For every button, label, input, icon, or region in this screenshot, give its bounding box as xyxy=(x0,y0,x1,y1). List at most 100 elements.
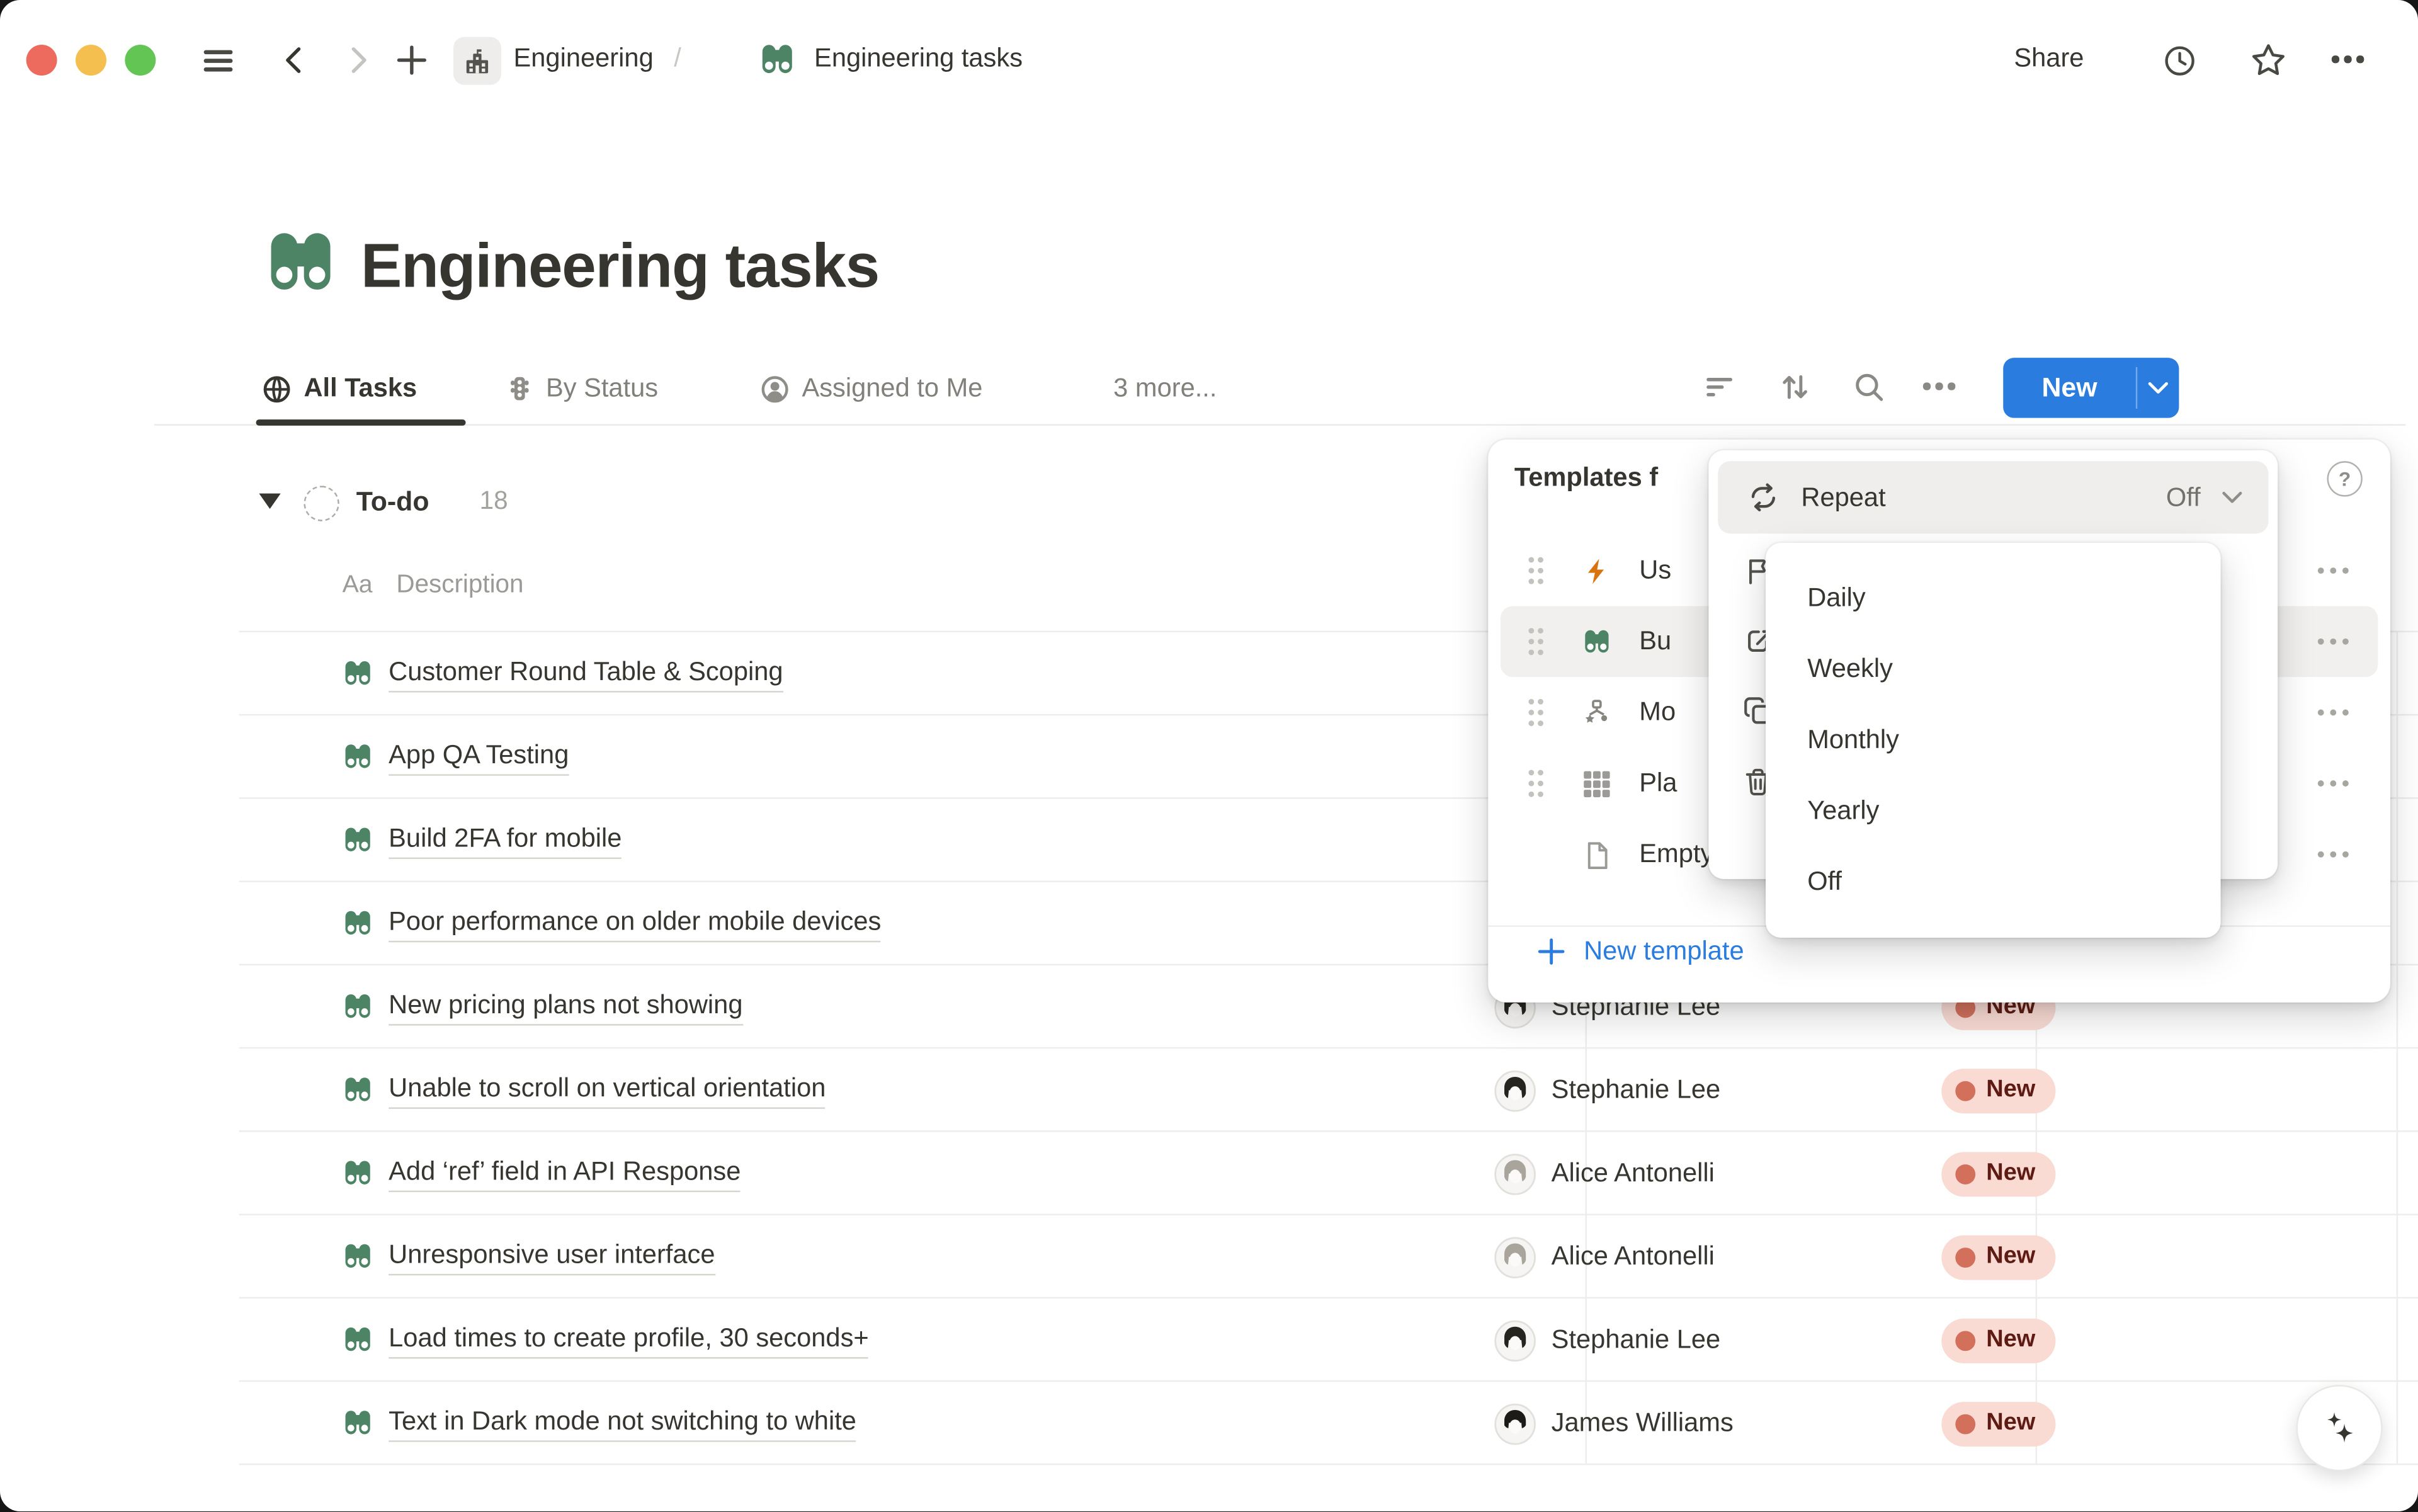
status-cell[interactable]: New xyxy=(1917,1318,2055,1363)
task-cell[interactable]: App QA Testing xyxy=(239,739,1467,775)
table-row[interactable]: Unresponsive user interface Alice Antone… xyxy=(239,1214,2418,1299)
task-title-link[interactable]: Build 2FA for mobile xyxy=(389,823,622,858)
template-more-button[interactable] xyxy=(2317,780,2349,787)
task-title-link[interactable]: Unresponsive user interface xyxy=(389,1239,715,1275)
history-button[interactable] xyxy=(2160,42,2198,79)
traffic-minimize-button[interactable] xyxy=(76,45,106,76)
group-name[interactable]: To-do xyxy=(356,486,429,518)
page-icon[interactable] xyxy=(264,227,338,301)
table-row[interactable]: Unable to scroll on vertical orientation… xyxy=(239,1047,2418,1132)
todo-status-icon xyxy=(304,486,339,521)
task-title-link[interactable]: Customer Round Table & Scoping xyxy=(389,656,783,691)
filter-button[interactable] xyxy=(1704,372,1735,402)
task-cell[interactable]: New pricing plans not showing xyxy=(239,989,1467,1025)
tab-label: By Status xyxy=(546,373,658,404)
repeat-menu-item[interactable]: Repeat Off xyxy=(1718,461,2268,533)
search-icon xyxy=(1854,372,1885,402)
task-cell[interactable]: Add ‘ref’ field in API Response xyxy=(239,1156,1467,1191)
tab-all-tasks[interactable]: All Tasks xyxy=(262,367,417,411)
template-more-button[interactable] xyxy=(2317,709,2349,716)
template-more-button[interactable] xyxy=(2317,851,2349,858)
option-yearly[interactable]: Yearly xyxy=(1766,776,2220,847)
status-label: New xyxy=(1986,1326,2035,1354)
tab-by-status[interactable]: By Status xyxy=(506,367,658,411)
task-title-link[interactable]: Unable to scroll on vertical orientation xyxy=(389,1072,826,1108)
binoculars-icon xyxy=(343,992,373,1023)
new-button[interactable]: New xyxy=(2003,358,2179,418)
table-row[interactable]: Load times to create profile, 30 seconds… xyxy=(239,1297,2418,1382)
status-cell[interactable]: New xyxy=(1917,1401,2055,1446)
task-title-link[interactable]: Add ‘ref’ field in API Response xyxy=(389,1156,741,1191)
window-more-button[interactable] xyxy=(2332,55,2363,62)
new-template-button[interactable]: New template xyxy=(1538,936,1744,967)
task-cell[interactable]: Load times to create profile, 30 seconds… xyxy=(239,1322,1467,1358)
breadcrumb-workspace[interactable]: Engineering xyxy=(514,43,654,74)
column-header-description[interactable]: Description xyxy=(396,571,523,600)
status-dot xyxy=(1955,1164,1975,1184)
breadcrumb-workspace-button[interactable] xyxy=(453,37,501,85)
avatar xyxy=(1494,1402,1536,1444)
assignee-cell[interactable]: Alice Antonelli xyxy=(1467,1236,1917,1278)
task-title-link[interactable]: Text in Dark mode not switching to white xyxy=(389,1406,856,1441)
sidebar-menu-button[interactable] xyxy=(200,43,234,77)
assignee-cell[interactable]: Stephanie Lee xyxy=(1467,1069,1917,1111)
template-label: Pla xyxy=(1639,768,1677,799)
option-off[interactable]: Off xyxy=(1766,846,2220,918)
drag-handle-icon[interactable] xyxy=(1524,765,1548,802)
option-weekly[interactable]: Weekly xyxy=(1766,634,2220,705)
tabs-divider xyxy=(154,424,2406,425)
task-cell[interactable]: Build 2FA for mobile xyxy=(239,823,1467,858)
option-daily[interactable]: Daily xyxy=(1766,563,2220,634)
status-badge: New xyxy=(1941,1401,2055,1446)
assignee-name: Stephanie Lee xyxy=(1552,1325,1721,1356)
traffic-close-button[interactable] xyxy=(26,45,57,76)
breadcrumb-page[interactable]: Engineering tasks xyxy=(814,43,1023,74)
task-cell[interactable]: Customer Round Table & Scoping xyxy=(239,656,1467,691)
tab-label: All Tasks xyxy=(304,373,417,404)
task-title-link[interactable]: Load times to create profile, 30 seconds… xyxy=(389,1322,869,1358)
new-dropdown-button[interactable] xyxy=(2137,381,2179,395)
assignee-cell[interactable]: Alice Antonelli xyxy=(1467,1153,1917,1195)
status-cell[interactable]: New xyxy=(1917,1151,2055,1196)
status-badge: New xyxy=(1941,1318,2055,1363)
new-page-button[interactable] xyxy=(395,43,429,77)
task-cell[interactable]: Poor performance on older mobile devices xyxy=(239,906,1467,941)
task-cell[interactable]: Unable to scroll on vertical orientation xyxy=(239,1072,1467,1108)
help-button[interactable]: ? xyxy=(2327,461,2363,496)
option-monthly[interactable]: Monthly xyxy=(1766,705,2220,776)
sort-button[interactable] xyxy=(1779,372,1810,402)
template-more-button[interactable] xyxy=(2317,638,2349,645)
status-cell[interactable]: New xyxy=(1917,1234,2055,1279)
page-title: Engineering tasks xyxy=(361,233,879,302)
favorite-button[interactable] xyxy=(2249,40,2287,79)
assignee-cell[interactable]: James Williams xyxy=(1467,1402,1917,1444)
task-cell[interactable]: Unresponsive user interface xyxy=(239,1239,1467,1275)
ai-assistant-button[interactable] xyxy=(2296,1385,2383,1471)
back-button[interactable] xyxy=(278,43,312,77)
drag-handle-icon[interactable] xyxy=(1524,623,1548,660)
group-toggle-icon[interactable] xyxy=(259,494,280,509)
task-cell[interactable]: Text in Dark mode not switching to white xyxy=(239,1406,1467,1441)
table-row[interactable]: Text in Dark mode not switching to white… xyxy=(239,1380,2418,1465)
view-options-button[interactable] xyxy=(1923,382,1955,389)
status-cell[interactable]: New xyxy=(1917,1068,2055,1113)
tab-label: Assigned to Me xyxy=(802,373,982,404)
forward-button[interactable] xyxy=(341,43,375,77)
avatar xyxy=(1494,1319,1536,1361)
task-title-link[interactable]: App QA Testing xyxy=(389,739,569,775)
assignee-cell[interactable]: Stephanie Lee xyxy=(1467,1319,1917,1361)
share-button[interactable]: Share xyxy=(2014,43,2084,74)
template-more-button[interactable] xyxy=(2317,567,2349,574)
table-bottom-divider xyxy=(239,1464,2418,1465)
drag-handle-icon[interactable] xyxy=(1524,552,1548,589)
traffic-zoom-button[interactable] xyxy=(125,45,156,76)
clock-icon xyxy=(2161,42,2196,77)
drag-handle-icon[interactable] xyxy=(1524,694,1548,731)
tab-assigned-to-me[interactable]: Assigned to Me xyxy=(760,367,982,411)
table-row[interactable]: Add ‘ref’ field in API Response Alice An… xyxy=(239,1130,2418,1215)
task-title-link[interactable]: Poor performance on older mobile devices xyxy=(389,906,881,941)
search-button[interactable] xyxy=(1854,372,1885,402)
binoculars-icon xyxy=(343,1408,373,1439)
tab-more-views[interactable]: 3 more... xyxy=(1113,367,1217,411)
task-title-link[interactable]: New pricing plans not showing xyxy=(389,989,742,1025)
